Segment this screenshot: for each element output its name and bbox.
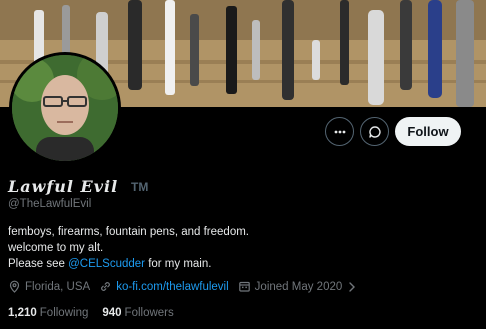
calendar-icon bbox=[238, 281, 250, 292]
followers-stat[interactable]: 940 Followers bbox=[102, 307, 173, 319]
following-count: 1,210 bbox=[8, 307, 37, 319]
avatar[interactable] bbox=[9, 52, 121, 164]
location-icon bbox=[9, 280, 20, 293]
following-stat[interactable]: 1,210 Following bbox=[8, 307, 88, 319]
bio-line-2: welcome to my alt. bbox=[8, 242, 104, 254]
more-button[interactable] bbox=[325, 117, 354, 146]
mention-link[interactable]: @CELScudder bbox=[68, 258, 145, 270]
bio-line-3: Please see @CELScudder for my main. bbox=[8, 256, 468, 272]
follow-stats: 1,210 Following 940 Followers bbox=[8, 307, 188, 319]
profile-meta: Florida, USA ko-fi.com/thelawfulevil Joi… bbox=[8, 280, 366, 293]
website-link[interactable]: ko-fi.com/thelawfulevil bbox=[116, 281, 228, 293]
profile-bio: femboys, firearms, fountain pens, and fr… bbox=[8, 224, 468, 272]
user-handle: @TheLawfulEvil bbox=[8, 198, 92, 210]
more-icon bbox=[334, 130, 345, 133]
location-item: Florida, USA bbox=[8, 280, 90, 293]
following-label: Following bbox=[39, 307, 89, 319]
message-icon bbox=[368, 125, 381, 138]
message-button[interactable] bbox=[360, 117, 389, 146]
location-text: Florida, USA bbox=[25, 280, 91, 293]
bio-line-3-prefix: Please see bbox=[8, 258, 69, 270]
link-icon bbox=[101, 282, 111, 291]
followers-label: Followers bbox=[124, 307, 174, 319]
website-item[interactable]: ko-fi.com/thelawfulevil bbox=[99, 280, 229, 293]
trademark-mark: TM bbox=[131, 180, 149, 194]
followers-count: 940 bbox=[102, 307, 122, 319]
bio-line-1: femboys, firearms, fountain pens, and fr… bbox=[8, 226, 249, 238]
display-name: Lawful Evil bbox=[8, 177, 119, 196]
chevron-right-icon bbox=[349, 281, 356, 292]
joined-item[interactable]: Joined May 2020 bbox=[238, 280, 358, 293]
follow-button[interactable]: Follow bbox=[395, 117, 461, 146]
joined-text: Joined May 2020 bbox=[254, 280, 343, 293]
bio-line-3-suffix: for my main. bbox=[145, 258, 212, 270]
